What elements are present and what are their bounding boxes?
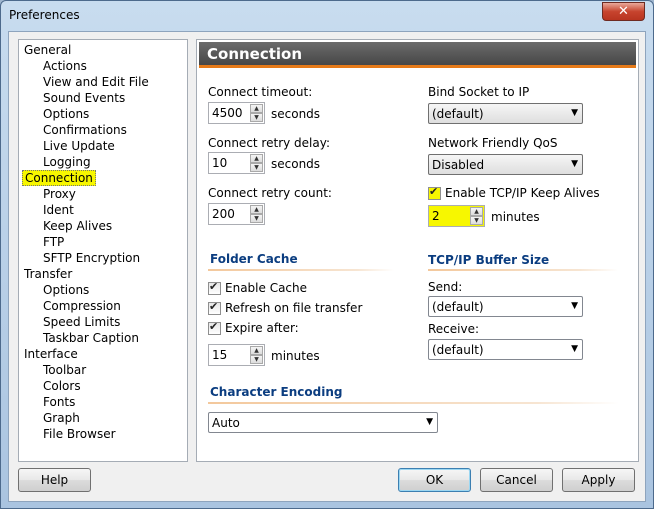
connect-retry-count-label: Connect retry count: — [208, 186, 332, 200]
preferences-tree[interactable]: General Actions View and Edit File Sound Ev… — [18, 39, 188, 462]
connect-timeout-value[interactable]: 4500 — [212, 106, 243, 120]
chevron-down-icon: ▼ — [426, 417, 433, 427]
window-title: Preferences — [9, 8, 80, 22]
connect-timeout-spinner[interactable]: 4500 ▲ ▼ — [208, 102, 265, 124]
tree-item[interactable]: Toolbar — [41, 362, 88, 378]
section-divider — [428, 269, 618, 271]
section-divider — [208, 269, 394, 271]
tree-item[interactable]: Keep Alives — [41, 218, 114, 234]
folder-cache-title: Folder Cache — [210, 252, 298, 266]
enable-cache-checkbox[interactable] — [208, 280, 221, 295]
spin-up-icon[interactable]: ▲ — [250, 346, 263, 355]
connect-retry-count-spinner[interactable]: 200 ▲ ▼ — [208, 203, 265, 225]
spin-down-icon[interactable]: ▼ — [470, 216, 483, 225]
keep-alives-label: Enable TCP/IP Keep Alives — [445, 186, 600, 200]
tree-item[interactable]: Options — [41, 282, 91, 298]
expire-unit: minutes — [271, 349, 320, 363]
connect-timeout-unit: seconds — [271, 107, 321, 121]
tree-item[interactable]: Interface — [22, 346, 80, 362]
tree-item[interactable]: SFTP Encryption — [41, 250, 142, 266]
tree-item[interactable]: General — [22, 42, 73, 58]
apply-button[interactable]: Apply — [562, 468, 635, 492]
tree-item[interactable]: Transfer — [22, 266, 74, 282]
connect-retry-delay-label: Connect retry delay: — [208, 136, 330, 150]
spin-down-icon[interactable]: ▼ — [250, 113, 263, 122]
encoding-value: Auto — [212, 416, 240, 430]
receive-select[interactable]: (default) ▼ — [428, 339, 583, 360]
spin-down-icon[interactable]: ▼ — [250, 214, 263, 223]
buffer-size-title: TCP/IP Buffer Size — [428, 253, 550, 267]
send-value: (default) — [432, 300, 484, 314]
connection-panel: Connection Connect timeout: 4500 ▲ ▼ seco… — [196, 39, 639, 462]
expire-checkbox[interactable] — [208, 320, 221, 335]
tree-item[interactable]: FTP — [41, 234, 66, 250]
bind-socket-select[interactable]: (default) ▼ — [428, 103, 583, 124]
tree-item[interactable]: Graph — [41, 410, 82, 426]
spin-up-icon[interactable]: ▲ — [250, 104, 263, 113]
bind-socket-label: Bind Socket to IP — [428, 85, 530, 99]
tree-item[interactable]: Live Update — [41, 138, 117, 154]
help-button[interactable]: Help — [18, 468, 91, 492]
tree-item[interactable]: File Browser — [41, 426, 118, 442]
close-icon: ✕ — [618, 4, 629, 19]
receive-label: Receive: — [428, 322, 480, 336]
qos-value: Disabled — [432, 158, 485, 172]
dialog-client: General Actions View and Edit File Sound Ev… — [8, 31, 646, 502]
expire-value[interactable]: 15 — [212, 348, 227, 362]
refresh-label: Refresh on file transfer — [225, 301, 363, 315]
tree-item[interactable]: Proxy — [41, 186, 78, 202]
qos-select[interactable]: Disabled ▼ — [428, 154, 583, 175]
section-divider — [208, 402, 619, 404]
spin-up-icon[interactable]: ▲ — [250, 205, 263, 214]
qos-label: Network Friendly QoS — [428, 136, 558, 150]
panel-header: Connection — [199, 42, 636, 68]
bind-socket-value: (default) — [432, 107, 484, 121]
chevron-down-icon: ▼ — [571, 159, 578, 169]
character-encoding-title: Character Encoding — [210, 385, 343, 399]
keep-alives-checkbox[interactable] — [428, 185, 441, 200]
connect-retry-delay-spinner[interactable]: 10 ▲ ▼ — [208, 152, 265, 174]
spin-up-icon[interactable]: ▲ — [470, 207, 483, 216]
tree-item[interactable]: Actions — [41, 58, 89, 74]
connect-retry-count-value[interactable]: 200 — [212, 207, 235, 221]
send-label: Send: — [428, 280, 463, 294]
tree-item[interactable]: Logging — [41, 154, 93, 170]
enable-cache-label: Enable Cache — [225, 281, 308, 295]
ok-button[interactable]: OK — [398, 468, 471, 492]
tree-item[interactable]: Options — [41, 106, 91, 122]
connect-retry-delay-unit: seconds — [271, 157, 321, 171]
tree-item[interactable]: Taskbar Caption — [41, 330, 141, 346]
send-select[interactable]: (default) ▼ — [428, 296, 583, 317]
connect-timeout-label: Connect timeout: — [208, 85, 313, 99]
keep-alives-value[interactable]: 2 — [432, 209, 440, 223]
spin-down-icon[interactable]: ▼ — [250, 163, 263, 172]
spin-up-icon[interactable]: ▲ — [250, 154, 263, 163]
encoding-select[interactable]: Auto ▼ — [208, 412, 438, 433]
tree-item[interactable]: Speed Limits — [41, 314, 122, 330]
cancel-button[interactable]: Cancel — [480, 468, 553, 492]
receive-value: (default) — [432, 343, 484, 357]
panel-title: Connection — [207, 45, 303, 63]
chevron-down-icon: ▼ — [571, 108, 578, 118]
tree-item[interactable]: Sound Events — [41, 90, 127, 106]
tree-item[interactable]: View and Edit File — [41, 74, 151, 90]
tree-item[interactable]: Compression — [41, 298, 123, 314]
title-bar: Preferences ✕ — [1, 1, 653, 31]
tree-item[interactable]: Fonts — [41, 394, 77, 410]
tree-item[interactable]: Connection — [22, 170, 96, 186]
preferences-window: Preferences ✕ General Actions View and Edi… — [0, 0, 654, 509]
connect-retry-delay-value[interactable]: 10 — [212, 156, 227, 170]
spin-down-icon[interactable]: ▼ — [250, 355, 263, 364]
expire-label: Expire after: — [225, 321, 299, 335]
chevron-down-icon: ▼ — [571, 301, 578, 311]
expire-spinner[interactable]: 15 ▲ ▼ — [208, 344, 265, 366]
keep-alives-spinner[interactable]: 2 ▲ ▼ — [428, 205, 485, 227]
tree-item[interactable]: Confirmations — [41, 122, 129, 138]
tree-item[interactable]: Colors — [41, 378, 83, 394]
refresh-checkbox[interactable] — [208, 300, 221, 315]
tree-item[interactable]: Ident — [41, 202, 76, 218]
close-button[interactable]: ✕ — [602, 2, 645, 21]
keep-alives-unit: minutes — [491, 210, 540, 224]
chevron-down-icon: ▼ — [571, 344, 578, 354]
